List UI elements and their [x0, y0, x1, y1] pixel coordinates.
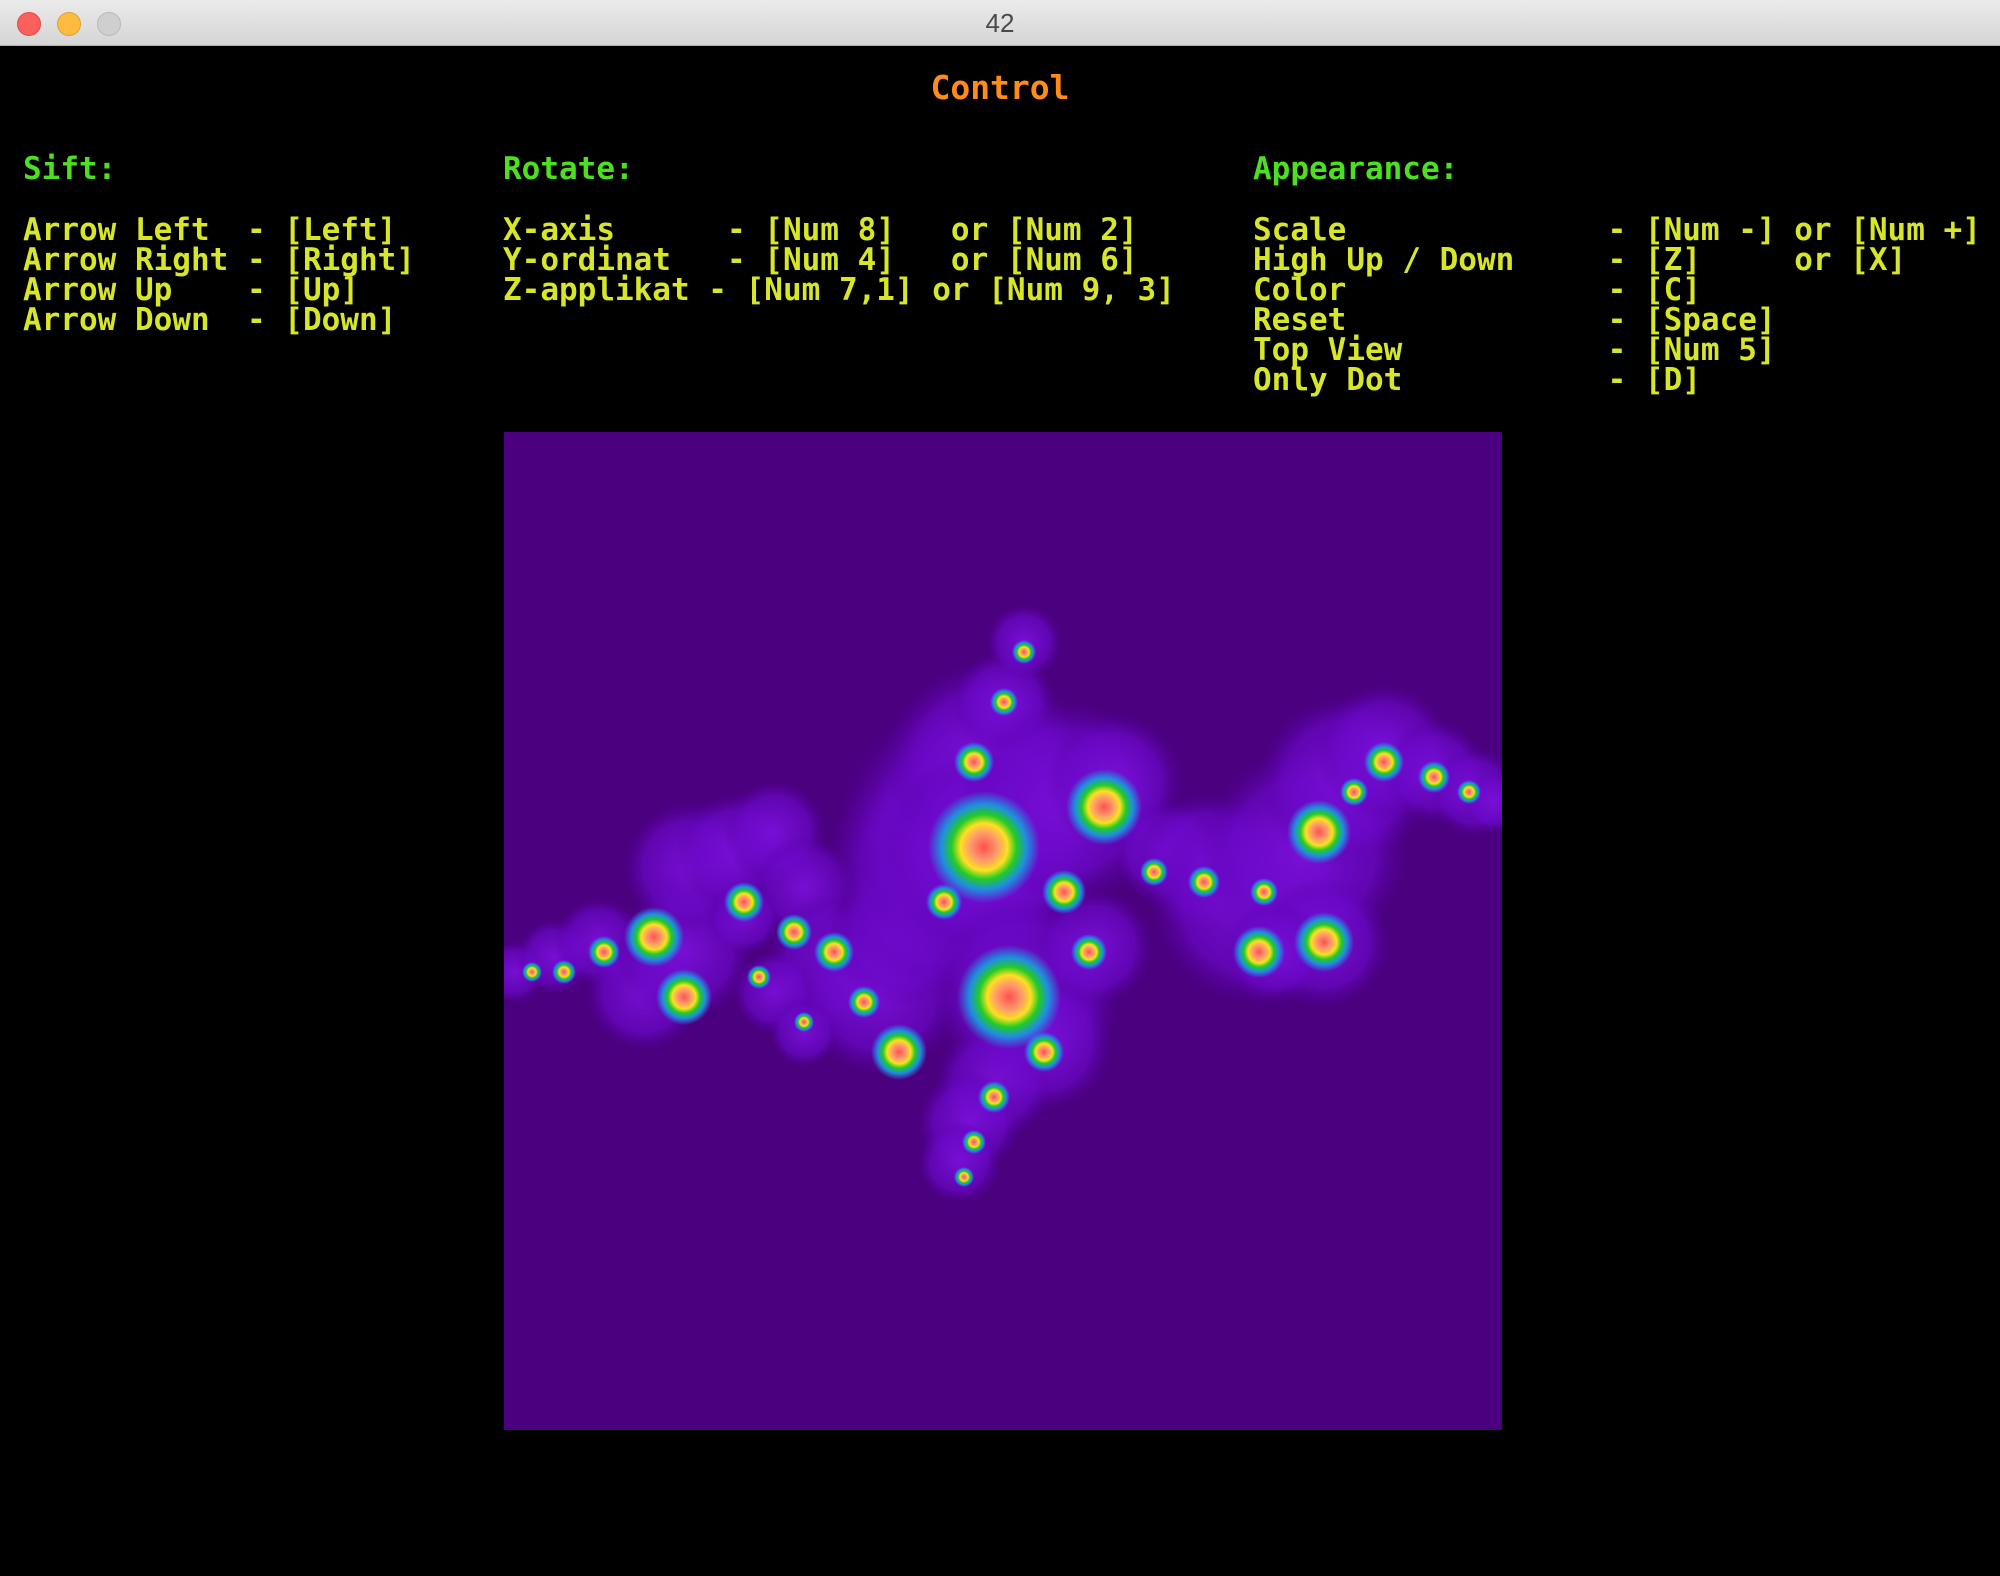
fractal-render-area[interactable] [504, 432, 1502, 1430]
appearance-keybinding-high: High Up / Down - [Z] or [X] [1253, 242, 1907, 278]
appearance-keybinding-scale: Scale - [Num -] or [Num +] [1253, 212, 1981, 248]
fractal-spiral [624, 907, 684, 967]
fractal-spiral [1012, 640, 1036, 664]
fractal-spiral [814, 932, 854, 972]
appearance-keybinding-color: Color - [C] [1253, 272, 1701, 308]
fractal-spiral [978, 1081, 1010, 1113]
rotate-section-title: Rotate: [503, 151, 634, 187]
fractal-spiral [1340, 778, 1368, 806]
fractal-spiral [990, 688, 1018, 716]
app-window: 42 Control Sift: Arrow Left - [Left] Arr… [0, 0, 2000, 1576]
shift-keybinding-up: Arrow Up - [Up] [23, 272, 359, 308]
fractal-spiral [747, 965, 771, 989]
fractal-spiral [656, 969, 712, 1025]
julia-fractal-image [504, 604, 1502, 1203]
fractal-spiral [848, 986, 880, 1018]
fractal-spiral [926, 884, 962, 920]
appearance-keybinding-top-view: Top View - [Num 5] [1253, 332, 1776, 368]
fractal-spiral [794, 1012, 814, 1032]
shift-section-title: Sift: [23, 151, 117, 187]
fractal-spiral [1457, 780, 1481, 804]
rotate-keybinding-y-ordinat: Y-ordinat - [Num 4] or [Num 6] [503, 242, 1138, 278]
fractal-spiral [1294, 912, 1354, 972]
title-bar[interactable]: 42 [0, 0, 2000, 46]
fractal-spiral [962, 1130, 986, 1154]
fractal-spiral [954, 1167, 974, 1187]
fractal-spiral [1140, 858, 1168, 886]
fractal-spiral [552, 960, 576, 984]
appearance-section-title: Appearance: [1253, 151, 1459, 187]
fractal-spiral [1287, 800, 1351, 864]
fractal-spiral [954, 742, 994, 782]
control-heading: Control [930, 68, 1070, 107]
rotate-keybinding-x-axis: X-axis - [Num 8] or [Num 2] [503, 212, 1138, 248]
rotate-keybinding-z-applikat: Z-applikat - [Num 7,1] or [Num 9, 3] [503, 272, 1175, 308]
shift-keybinding-down: Arrow Down - [Down] [23, 302, 397, 338]
fractal-spiral [776, 914, 812, 950]
fractal-halo [918, 1121, 1000, 1203]
fractal-spiral [522, 962, 542, 982]
fractal-spiral [1024, 1032, 1064, 1072]
fractal-spiral [1071, 934, 1107, 970]
fractal-spiral [588, 936, 620, 968]
fractal-spiral [1250, 878, 1278, 906]
shift-keybinding-left: Arrow Left - [Left] [23, 212, 397, 248]
fractal-spiral [871, 1024, 927, 1080]
fractal-spiral [1418, 761, 1450, 793]
fractal-spiral [1066, 769, 1142, 845]
shift-keybinding-right: Arrow Right - [Right] [23, 242, 415, 278]
fractal-spiral [1364, 742, 1404, 782]
fractal-spiral [1042, 870, 1086, 914]
fractal-spiral [1233, 926, 1285, 978]
appearance-keybinding-reset: Reset - [Space] [1253, 302, 1776, 338]
fractal-spiral [1188, 866, 1220, 898]
fractal-spiral [724, 882, 764, 922]
appearance-keybinding-only-dot: Only Dot - [D] [1253, 362, 1701, 398]
window-title: 42 [985, 8, 1015, 38]
